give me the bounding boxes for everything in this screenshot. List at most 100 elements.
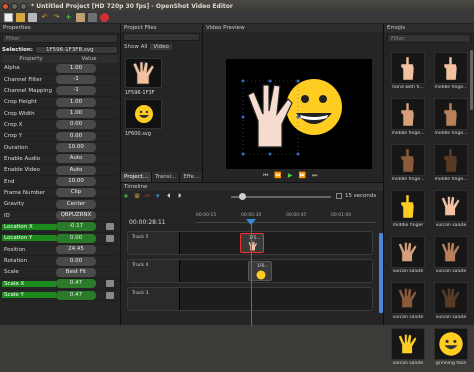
keyframe-curve-icon[interactable] xyxy=(106,223,114,231)
track-3[interactable]: Track 3 xyxy=(127,287,373,311)
video-canvas[interactable] xyxy=(226,59,372,169)
property-row[interactable]: Duration 10.00 xyxy=(2,142,118,154)
export-video-icon[interactable] xyxy=(100,13,109,22)
choose-profile-icon[interactable] xyxy=(76,13,85,22)
emoji-item[interactable]: vulcan salute xyxy=(431,188,471,234)
emoji-item[interactable]: middle finge... xyxy=(431,142,471,188)
fullscreen-icon[interactable] xyxy=(88,13,97,22)
property-value[interactable]: -1 xyxy=(56,86,96,96)
property-value[interactable]: Center xyxy=(56,199,96,209)
property-value[interactable]: 10.00 xyxy=(56,177,96,187)
property-row[interactable]: Crop Width 1.00 xyxy=(2,108,118,120)
emoji-item[interactable]: vulcan salute xyxy=(431,234,471,280)
track-4[interactable]: Track 4 1F6... xyxy=(127,259,373,283)
property-value[interactable]: 0.47 xyxy=(56,290,96,300)
previous-marker-icon[interactable]: ⏴ xyxy=(167,193,173,200)
property-row[interactable]: Enable Audio Auto xyxy=(2,154,118,166)
emoji-item[interactable]: vulcan salute xyxy=(388,326,428,372)
new-project-icon[interactable] xyxy=(4,13,13,22)
property-row[interactable]: Alpha 1.00 xyxy=(2,63,118,75)
next-marker-icon[interactable]: ⏵ xyxy=(178,193,184,200)
zoom-slider-track[interactable] xyxy=(231,196,331,198)
property-value[interactable]: Auto xyxy=(56,154,96,164)
property-row[interactable]: Frame Number Clip xyxy=(2,188,118,200)
property-row[interactable]: Channel Filter -1 xyxy=(2,74,118,86)
property-value[interactable]: 1.00 xyxy=(56,63,96,73)
property-value[interactable]: 1.00 xyxy=(56,97,96,107)
property-row[interactable]: Channel Mapping -1 xyxy=(2,86,118,98)
property-row[interactable]: Enable Video Auto xyxy=(2,165,118,177)
emojis-scrollbar[interactable] xyxy=(470,50,473,110)
emoji-item[interactable]: middle finge... xyxy=(431,96,471,142)
tab-project-files[interactable]: Project... xyxy=(121,172,153,182)
property-column-header[interactable]: Property xyxy=(2,55,60,63)
property-value[interactable]: QBPUZRNX xyxy=(56,211,96,221)
property-value[interactable]: Clip xyxy=(56,188,96,198)
property-value[interactable]: Best Fit xyxy=(56,267,96,277)
file-thumbnail-grinning[interactable] xyxy=(125,99,162,129)
timeline-clip-vulcan[interactable]: 1F5... xyxy=(240,233,264,253)
playhead-line[interactable] xyxy=(251,223,252,326)
close-window-button[interactable] xyxy=(2,2,9,10)
emoji-item[interactable]: hand with fi... xyxy=(388,50,428,96)
property-row[interactable]: Scale X 0.47 xyxy=(2,279,118,290)
property-row[interactable]: Scale Y 0.47 xyxy=(2,290,118,302)
keyframe-curve-icon[interactable] xyxy=(106,280,114,288)
emoji-item[interactable]: middle finge... xyxy=(388,96,428,142)
emoji-item[interactable]: vulcan salute xyxy=(431,280,471,326)
property-value[interactable]: 1.00 xyxy=(56,109,96,119)
add-track-icon[interactable]: + xyxy=(123,193,129,200)
redo-icon[interactable]: ↷ xyxy=(52,13,61,22)
snapping-icon[interactable]: ⋓ xyxy=(134,193,140,200)
add-marker-icon[interactable]: ▾ xyxy=(156,193,162,200)
property-value[interactable]: -0.17 xyxy=(56,222,96,232)
project-files-filter-input[interactable] xyxy=(123,33,200,41)
save-project-icon[interactable] xyxy=(28,13,37,22)
open-project-icon[interactable] xyxy=(16,13,25,22)
maximize-window-button[interactable] xyxy=(20,2,27,10)
undo-icon[interactable]: ↶ xyxy=(40,13,49,22)
keyframe-curve-icon[interactable] xyxy=(106,291,114,299)
property-value[interactable]: 0.00 xyxy=(56,120,96,130)
timeline-ruler[interactable]: 00:00:15 00:00:30 00:00:45 00:01:00 xyxy=(196,209,376,223)
rewind-icon[interactable]: ⏪ xyxy=(274,172,281,180)
jump-end-icon[interactable]: ⏭ xyxy=(312,172,317,180)
property-value[interactable]: Auto xyxy=(56,165,96,175)
emoji-item[interactable]: grinning face xyxy=(431,326,471,372)
property-value[interactable]: 0.00 xyxy=(56,256,96,266)
emoji-item[interactable]: middle finge... xyxy=(388,142,428,188)
property-row[interactable]: Crop X 0.00 xyxy=(2,120,118,132)
timeline-scrollbar[interactable] xyxy=(379,233,383,313)
property-row[interactable]: Position 24.45 xyxy=(2,245,118,256)
tab-effects[interactable]: Effe... xyxy=(180,172,204,182)
play-icon[interactable]: ▶ xyxy=(288,172,293,180)
property-row[interactable]: Rotation 0.00 xyxy=(2,256,118,268)
property-value[interactable]: 0.47 xyxy=(56,279,96,289)
property-row[interactable]: Crop Height 1.00 xyxy=(2,97,118,109)
zoom-slider-handle[interactable] xyxy=(239,193,246,200)
properties-filter-input[interactable]: Filter xyxy=(2,34,118,43)
property-row[interactable]: Location Y 0.00 xyxy=(2,233,118,245)
emoji-item[interactable]: middle finger xyxy=(388,188,428,234)
property-row[interactable]: End 10.00 xyxy=(2,176,118,188)
keyframe-curve-icon[interactable] xyxy=(106,234,114,242)
property-row[interactable]: Location X -0.17 xyxy=(2,222,118,234)
emoji-item[interactable]: middle finge... xyxy=(431,50,471,96)
property-row[interactable]: Scale Best Fit xyxy=(2,267,118,279)
property-row[interactable]: Gravity Center xyxy=(2,199,118,211)
property-value[interactable]: 10.00 xyxy=(56,143,96,153)
property-value[interactable]: 0.00 xyxy=(56,233,96,243)
track-5[interactable]: Track 5 1F5... xyxy=(127,231,373,255)
property-row[interactable]: Crop Y 0.00 xyxy=(2,131,118,143)
fast-forward-icon[interactable]: ⏩ xyxy=(299,172,306,180)
razor-icon[interactable]: ✂ xyxy=(145,193,151,200)
minimize-window-button[interactable] xyxy=(11,2,18,10)
show-all-button[interactable]: Show All xyxy=(124,44,147,50)
property-value[interactable]: -1 xyxy=(56,75,96,85)
emoji-item[interactable]: vulcan salute xyxy=(388,280,428,326)
tab-transitions[interactable]: Transi... xyxy=(152,172,181,182)
video-filter-button[interactable]: Video xyxy=(150,43,172,50)
import-files-icon[interactable]: + xyxy=(64,13,73,22)
file-thumbnail-vulcan[interactable] xyxy=(125,58,162,88)
value-column-header[interactable]: Value xyxy=(60,55,118,63)
